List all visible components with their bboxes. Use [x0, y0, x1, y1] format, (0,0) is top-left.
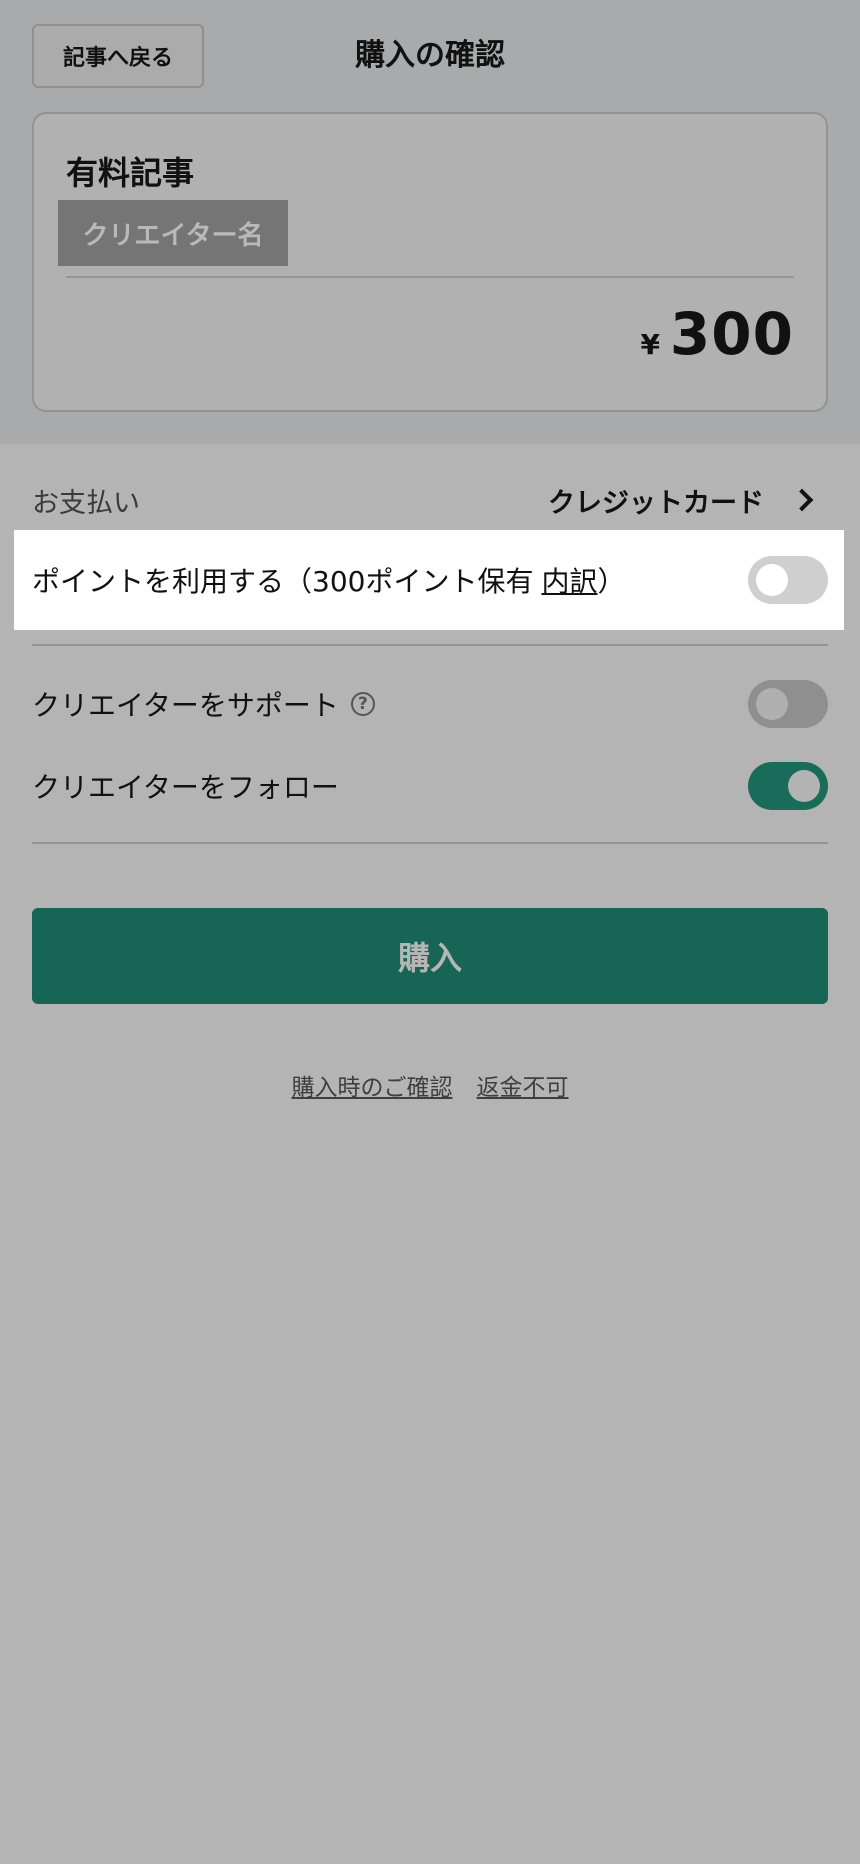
- use-points-toggle[interactable]: [748, 556, 828, 604]
- use-points-text: ポイントを利用する（300ポイント保有: [32, 565, 534, 598]
- chevron-right-icon: [790, 488, 814, 512]
- currency-symbol: ¥: [640, 328, 660, 361]
- payment-label: お支払い: [32, 487, 140, 519]
- no-refund-link[interactable]: 返金不可: [477, 1068, 569, 1102]
- footer-links: 購入時のご確認 返金不可: [0, 1068, 860, 1102]
- page-title: 購入の確認: [355, 38, 505, 73]
- toggle-knob: [788, 770, 820, 802]
- support-creator-toggle[interactable]: [748, 680, 828, 728]
- payment-method-value: クレジットカード: [548, 487, 764, 519]
- use-points-row: ポイントを利用する（300ポイント保有 内訳 ）: [14, 530, 844, 630]
- divider: [32, 644, 828, 646]
- toggle-knob: [756, 564, 788, 596]
- article-title: 有料記事: [66, 154, 195, 192]
- help-icon[interactable]: ?: [350, 692, 375, 716]
- follow-creator-toggle[interactable]: [748, 762, 828, 810]
- price-amount: 300: [669, 300, 794, 368]
- points-breakdown-link[interactable]: 内訳: [541, 560, 597, 600]
- payment-method-row[interactable]: お支払い クレジットカード: [32, 476, 828, 524]
- support-creator-label: クリエイターをサポート: [32, 689, 339, 722]
- follow-creator-row: クリエイターをフォロー: [32, 761, 828, 811]
- article-summary-section: 記事へ戻る 購入の確認 有料記事 クリエイター名 ¥ 300: [0, 0, 860, 444]
- follow-creator-label: クリエイターをフォロー: [32, 771, 339, 804]
- payment-method-selector[interactable]: クレジットカード: [548, 481, 828, 520]
- toggle-knob: [756, 688, 788, 720]
- card-divider: [66, 276, 794, 278]
- purchase-button[interactable]: 購入: [32, 908, 828, 1004]
- purchase-confirmation-link[interactable]: 購入時のご確認: [292, 1068, 453, 1102]
- divider: [32, 842, 828, 844]
- article-card: 有料記事 クリエイター名 ¥ 300: [32, 112, 828, 412]
- creator-name-placeholder: クリエイター名: [58, 200, 288, 266]
- use-points-suffix: ）: [597, 565, 626, 598]
- support-creator-row: クリエイターをサポート ?: [32, 679, 828, 729]
- use-points-label: ポイントを利用する（300ポイント保有 内訳 ）: [32, 530, 625, 630]
- price: ¥ 300: [640, 300, 794, 368]
